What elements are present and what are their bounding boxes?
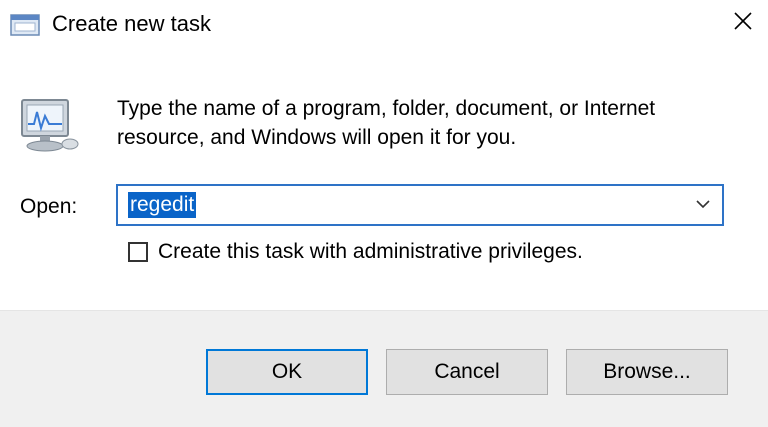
computer-monitor-icon (16, 94, 82, 156)
window-title: Create new task (52, 11, 211, 36)
admin-privileges-checkbox[interactable] (128, 242, 148, 262)
close-icon (733, 11, 753, 36)
run-dialog-icon (10, 10, 42, 38)
button-bar: OK Cancel Browse... (0, 310, 768, 427)
ok-button[interactable]: OK (206, 349, 368, 395)
dialog-description: Type the name of a program, folder, docu… (117, 97, 656, 149)
create-new-task-dialog: Create new task Type the name of a progr… (0, 0, 768, 427)
admin-privileges-label[interactable]: Create this task with administrative pri… (158, 238, 583, 266)
open-input-value[interactable]: regedit (128, 192, 197, 218)
dropdown-button[interactable] (690, 192, 716, 218)
admin-privileges-row[interactable]: Create this task with administrative pri… (128, 238, 583, 266)
cancel-button[interactable]: Cancel (386, 349, 548, 395)
browse-button[interactable]: Browse... (566, 349, 728, 395)
close-button[interactable] (718, 0, 768, 46)
title-bar: Create new task (0, 0, 768, 50)
open-combobox[interactable]: regedit (116, 184, 724, 226)
chevron-down-icon (695, 196, 711, 214)
open-label: Open: (20, 195, 78, 218)
